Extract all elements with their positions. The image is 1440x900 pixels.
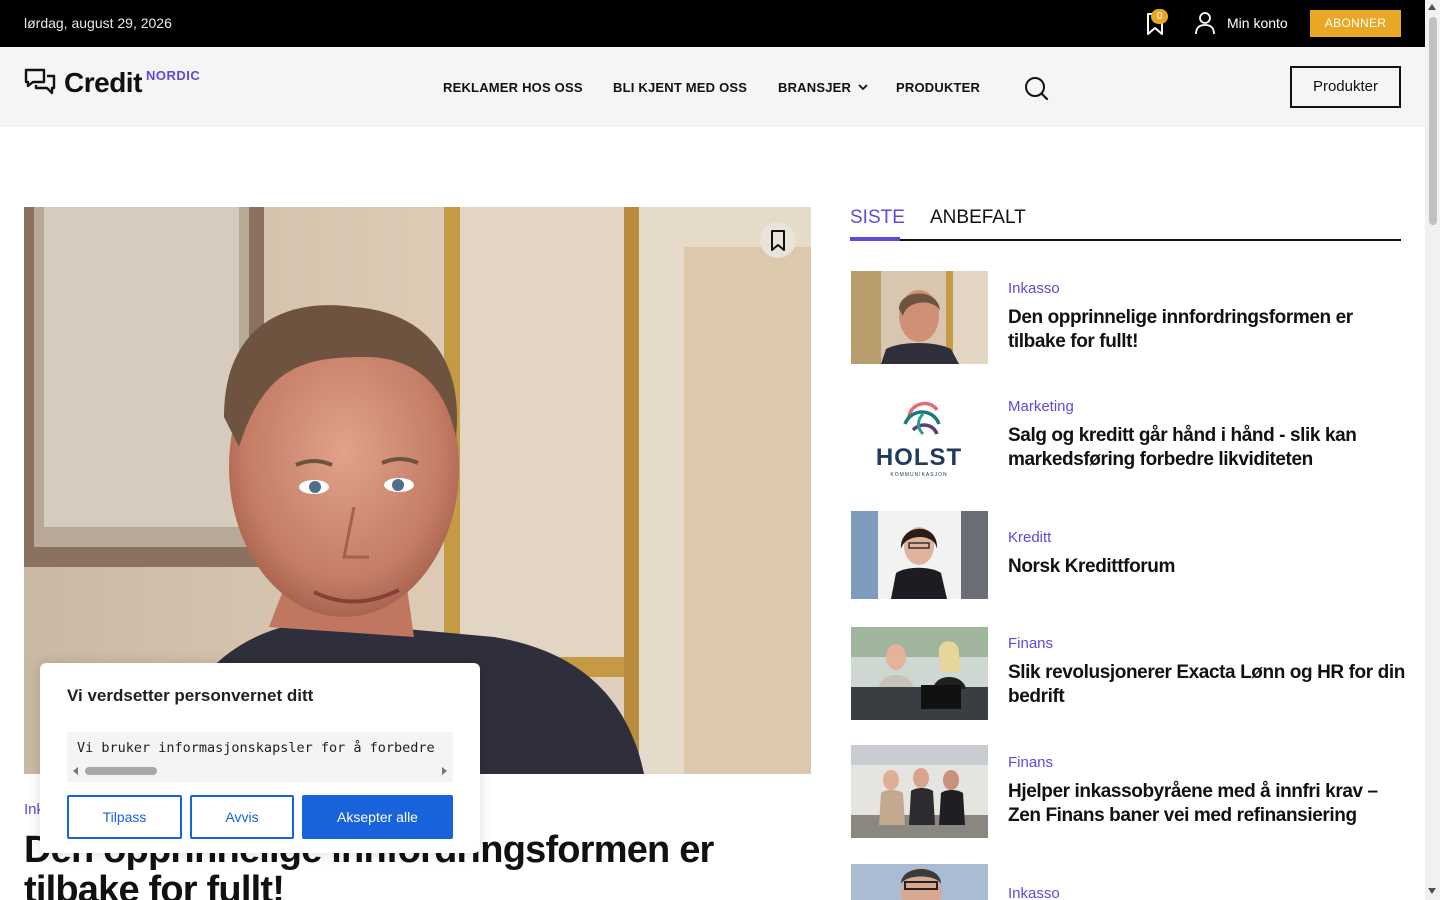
- article-thumbnail[interactable]: [851, 271, 988, 364]
- account-link[interactable]: Min konto: [1227, 15, 1288, 31]
- scroll-left-icon[interactable]: [73, 767, 78, 775]
- article-category[interactable]: Finans: [1008, 754, 1053, 771]
- article-category[interactable]: Marketing: [1008, 398, 1074, 415]
- article-thumbnail[interactable]: [851, 864, 988, 900]
- article-title[interactable]: Den opprinnelige innfordringsformen er t…: [1008, 306, 1408, 354]
- subscribe-button[interactable]: ABONNER: [1310, 10, 1401, 37]
- hero-bookmark-button[interactable]: [760, 222, 796, 258]
- tab-divider: [850, 239, 1401, 241]
- bookmark-icon: [771, 230, 785, 251]
- article-title[interactable]: Hjelper inkassobyråene med å innfri krav…: [1008, 780, 1408, 828]
- scroll-down-icon[interactable]: [1428, 888, 1436, 894]
- article-thumbnail[interactable]: [851, 511, 988, 599]
- customize-button[interactable]: Tilpass: [67, 795, 182, 839]
- date-label: lørdag, august 29, 2026: [24, 15, 172, 31]
- scrollbar-thumb[interactable]: [1429, 17, 1437, 225]
- nav-products[interactable]: PRODUKTER: [896, 80, 980, 95]
- article-category[interactable]: Inkasso: [1008, 885, 1060, 900]
- article-thumbnail[interactable]: [851, 627, 988, 720]
- nav-industries[interactable]: BRANSJER: [778, 80, 851, 95]
- article-thumbnail[interactable]: HOLST KOMMUNIKASJON: [851, 390, 988, 483]
- user-icon[interactable]: [1194, 11, 1216, 35]
- chevron-down-icon[interactable]: [857, 82, 869, 92]
- article-category[interactable]: Finans: [1008, 635, 1053, 652]
- search-icon[interactable]: [1023, 75, 1049, 101]
- logo-text[interactable]: Credit: [64, 67, 142, 99]
- cookie-title: Vi verdsetter personvernet ditt: [67, 686, 314, 705]
- article-title[interactable]: Slik revolusjonerer Exacta Lønn og HR fo…: [1008, 661, 1408, 709]
- bookmark-count-badge: 0: [1151, 9, 1168, 24]
- holst-logo-icon: HOLST KOMMUNIKASJON: [876, 401, 962, 478]
- scroll-up-icon[interactable]: [1428, 4, 1436, 10]
- tab-latest[interactable]: SISTE: [850, 207, 905, 229]
- holst-logo-text: HOLST: [876, 444, 962, 471]
- holst-logo-subtext: KOMMUNIKASJON: [890, 472, 947, 478]
- article-thumbnail[interactable]: [851, 745, 988, 838]
- article-title[interactable]: Salg og kreditt går hånd i hånd - slik k…: [1008, 424, 1408, 472]
- site-header: Credit NORDIC REKLAMER HOS OSS BLI KJENT…: [0, 47, 1425, 127]
- cookie-description: Vi bruker informasjonskapsler for å forb…: [77, 740, 435, 756]
- active-tab-indicator: [850, 237, 900, 241]
- cookie-scrollbar-thumb[interactable]: [85, 767, 157, 775]
- scroll-right-icon[interactable]: [442, 767, 447, 775]
- article-category[interactable]: Inkasso: [1008, 280, 1060, 297]
- article-category[interactable]: Kreditt: [1008, 529, 1051, 546]
- article-title[interactable]: Norsk Kredittforum: [1008, 555, 1408, 579]
- logo-subtext: NORDIC: [146, 68, 201, 83]
- nav-advertise[interactable]: REKLAMER HOS OSS: [443, 80, 583, 95]
- cookie-text-box[interactable]: Vi bruker informasjonskapsler for å forb…: [67, 732, 453, 782]
- products-button[interactable]: Produkter: [1290, 66, 1401, 108]
- reject-button[interactable]: Avvis: [190, 795, 294, 839]
- tab-recommended[interactable]: ANBEFALT: [930, 207, 1026, 229]
- chat-logo-icon: [24, 68, 56, 95]
- nav-about[interactable]: BLI KJENT MED OSS: [613, 80, 747, 95]
- accept-all-button[interactable]: Aksepter alle: [302, 795, 453, 839]
- cookie-consent-banner: Vi verdsetter personvernet ditt Vi bruke…: [40, 663, 480, 853]
